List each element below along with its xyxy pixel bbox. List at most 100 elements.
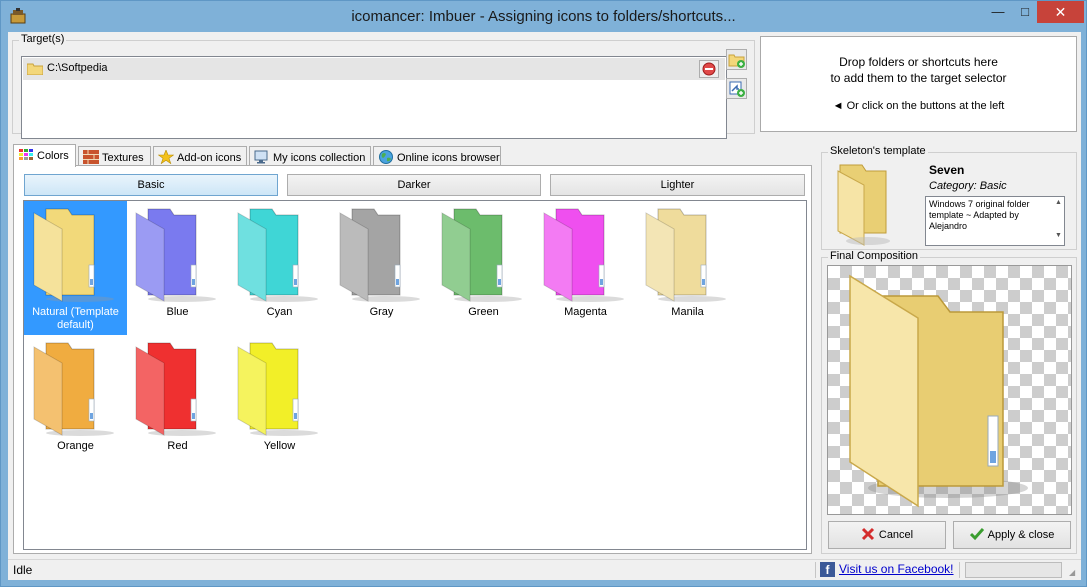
colors-tab-panel: Basic Darker Lighter Natural (Template d… bbox=[13, 165, 812, 554]
drop-line-1: Drop folders or shortcuts here bbox=[839, 55, 998, 69]
tab-online-icons-browser[interactable]: Online icons browser bbox=[373, 146, 501, 166]
color-swatch[interactable]: Orange bbox=[24, 335, 127, 469]
scroll-up-icon[interactable]: ▲ bbox=[1053, 197, 1064, 208]
add-shortcut-icon bbox=[729, 81, 745, 97]
skeleton-template-group: Skeleton's template Seven Category: Basi… bbox=[821, 145, 1077, 250]
folder-icon bbox=[543, 208, 624, 302]
color-swatch[interactable]: Gray bbox=[330, 201, 433, 335]
cancel-label: Cancel bbox=[878, 529, 914, 541]
tab-my-icons-label: My icons collection bbox=[273, 152, 366, 164]
tab-addon-label: Add-on icons bbox=[177, 152, 242, 164]
swatch-label: Green bbox=[468, 306, 499, 318]
add-shortcut-button[interactable] bbox=[726, 78, 747, 99]
client-area: Target(s) C:\Softpedia Drop folders or s… bbox=[8, 32, 1081, 580]
star-icon bbox=[158, 150, 174, 164]
tab-online-label: Online icons browser bbox=[397, 152, 500, 164]
swatch-label: Red bbox=[167, 440, 188, 452]
app-window: icomancer: Imbuer - Assigning icons to f… bbox=[0, 0, 1087, 587]
swatch-label: Orange bbox=[57, 440, 94, 452]
maximize-button[interactable]: □ bbox=[1011, 1, 1039, 23]
resize-grip-icon[interactable]: ◢ bbox=[1069, 568, 1079, 578]
folder-icon bbox=[27, 63, 43, 75]
color-swatch[interactable]: Magenta bbox=[534, 201, 637, 335]
target-list[interactable]: C:\Softpedia bbox=[21, 56, 727, 139]
folder-icon bbox=[33, 342, 114, 436]
tab-colors-label: Colors bbox=[37, 150, 69, 162]
status-text: Idle bbox=[13, 563, 33, 577]
swatch-label: Manila bbox=[671, 306, 704, 318]
targets-group-label: Target(s) bbox=[19, 33, 67, 45]
tab-addon-icons[interactable]: Add-on icons bbox=[153, 146, 247, 166]
computer-icon bbox=[254, 150, 268, 164]
window-title: icomancer: Imbuer - Assigning icons to f… bbox=[351, 8, 736, 25]
status-separator bbox=[815, 562, 816, 578]
status-separator bbox=[959, 562, 960, 578]
drop-line-3: ◄ Or click on the buttons at the left bbox=[832, 100, 1005, 112]
color-swatch[interactable]: Green bbox=[432, 201, 535, 335]
drop-area[interactable]: Drop folders or shortcuts here to add th… bbox=[760, 36, 1077, 132]
cancel-button[interactable]: Cancel bbox=[828, 521, 946, 549]
status-bar: Idle f Visit us on Facebook! ◢ bbox=[8, 559, 1081, 580]
swatch-label: Yellow bbox=[263, 440, 296, 452]
folder-icon bbox=[135, 208, 216, 302]
remove-icon bbox=[702, 62, 716, 76]
globe-icon bbox=[379, 150, 393, 164]
remove-target-button[interactable] bbox=[699, 60, 719, 78]
color-swatch-list[interactable]: Natural (Template default) Blue Cyan Gray Gr… bbox=[23, 200, 807, 550]
swatch-label: Cyan bbox=[266, 306, 293, 318]
color-swatch[interactable]: Natural (Template default) bbox=[24, 201, 127, 335]
folder-icon bbox=[441, 208, 522, 302]
skeleton-description[interactable]: Windows 7 original folder template ~ Ada… bbox=[925, 196, 1065, 246]
facebook-link[interactable]: Visit us on Facebook! bbox=[839, 562, 954, 576]
tab-textures[interactable]: Textures bbox=[78, 146, 151, 166]
color-swatch[interactable]: Red bbox=[126, 335, 229, 469]
scroll-down-icon[interactable]: ▼ bbox=[1053, 230, 1064, 241]
filter-lighter-button[interactable]: Lighter bbox=[550, 174, 805, 196]
drop-line-2: to add them to the target selector bbox=[830, 71, 1007, 85]
folder-icon bbox=[237, 208, 318, 302]
folder-icon bbox=[135, 342, 216, 436]
color-swatch[interactable]: Cyan bbox=[228, 201, 331, 335]
final-composition-group: Final Composition Cancel Apply & close bbox=[821, 250, 1077, 554]
skeleton-description-text: Windows 7 original folder template ~ Ada… bbox=[929, 199, 1030, 231]
add-folder-icon bbox=[728, 54, 745, 68]
cancel-x-icon bbox=[861, 527, 874, 541]
tab-textures-label: Textures bbox=[102, 152, 144, 164]
final-folder-preview bbox=[849, 274, 1028, 508]
skeleton-category: Category: Basic bbox=[929, 180, 1007, 192]
color-swatch[interactable]: Blue bbox=[126, 201, 229, 335]
description-scrollbar[interactable]: ▲ ▼ bbox=[1053, 197, 1064, 245]
tab-my-icons-collection[interactable]: My icons collection bbox=[249, 146, 371, 166]
swatch-label: Blue bbox=[166, 306, 189, 318]
apply-label: Apply & close bbox=[987, 529, 1055, 541]
colors-grid-icon bbox=[19, 149, 33, 160]
skeleton-name: Seven bbox=[929, 163, 965, 177]
target-path: C:\Softpedia bbox=[47, 62, 108, 74]
apply-close-button[interactable]: Apply & close bbox=[953, 521, 1071, 549]
skeleton-folder-preview bbox=[837, 164, 890, 246]
color-swatch[interactable]: Yellow bbox=[228, 335, 331, 469]
final-group-label: Final Composition bbox=[828, 250, 921, 262]
filter-basic-button[interactable]: Basic bbox=[24, 174, 278, 196]
checkmark-icon bbox=[969, 528, 984, 541]
skeleton-group-label: Skeleton's template bbox=[828, 145, 928, 157]
folder-icon bbox=[237, 342, 318, 436]
target-item[interactable]: C:\Softpedia bbox=[23, 58, 725, 80]
facebook-icon[interactable]: f bbox=[820, 562, 835, 577]
swatch-label: Magenta bbox=[564, 306, 607, 318]
final-composition-preview bbox=[827, 265, 1072, 515]
filter-darker-button[interactable]: Darker bbox=[287, 174, 541, 196]
swatch-label: Natural (Template default) bbox=[32, 306, 119, 331]
color-swatch[interactable]: Manila bbox=[636, 201, 739, 335]
add-folder-button[interactable] bbox=[726, 49, 747, 70]
folder-icon bbox=[33, 208, 114, 302]
targets-group: Target(s) C:\Softpedia bbox=[12, 33, 755, 139]
brick-texture-icon bbox=[83, 150, 99, 164]
progress-bar bbox=[965, 562, 1062, 578]
title-bar[interactable]: icomancer: Imbuer - Assigning icons to f… bbox=[1, 1, 1086, 32]
minimize-button[interactable]: — bbox=[984, 1, 1012, 23]
close-button[interactable]: ✕ bbox=[1037, 1, 1084, 23]
swatch-label: Gray bbox=[369, 306, 394, 318]
tab-colors[interactable]: Colors bbox=[13, 144, 76, 167]
folder-icon bbox=[339, 208, 420, 302]
